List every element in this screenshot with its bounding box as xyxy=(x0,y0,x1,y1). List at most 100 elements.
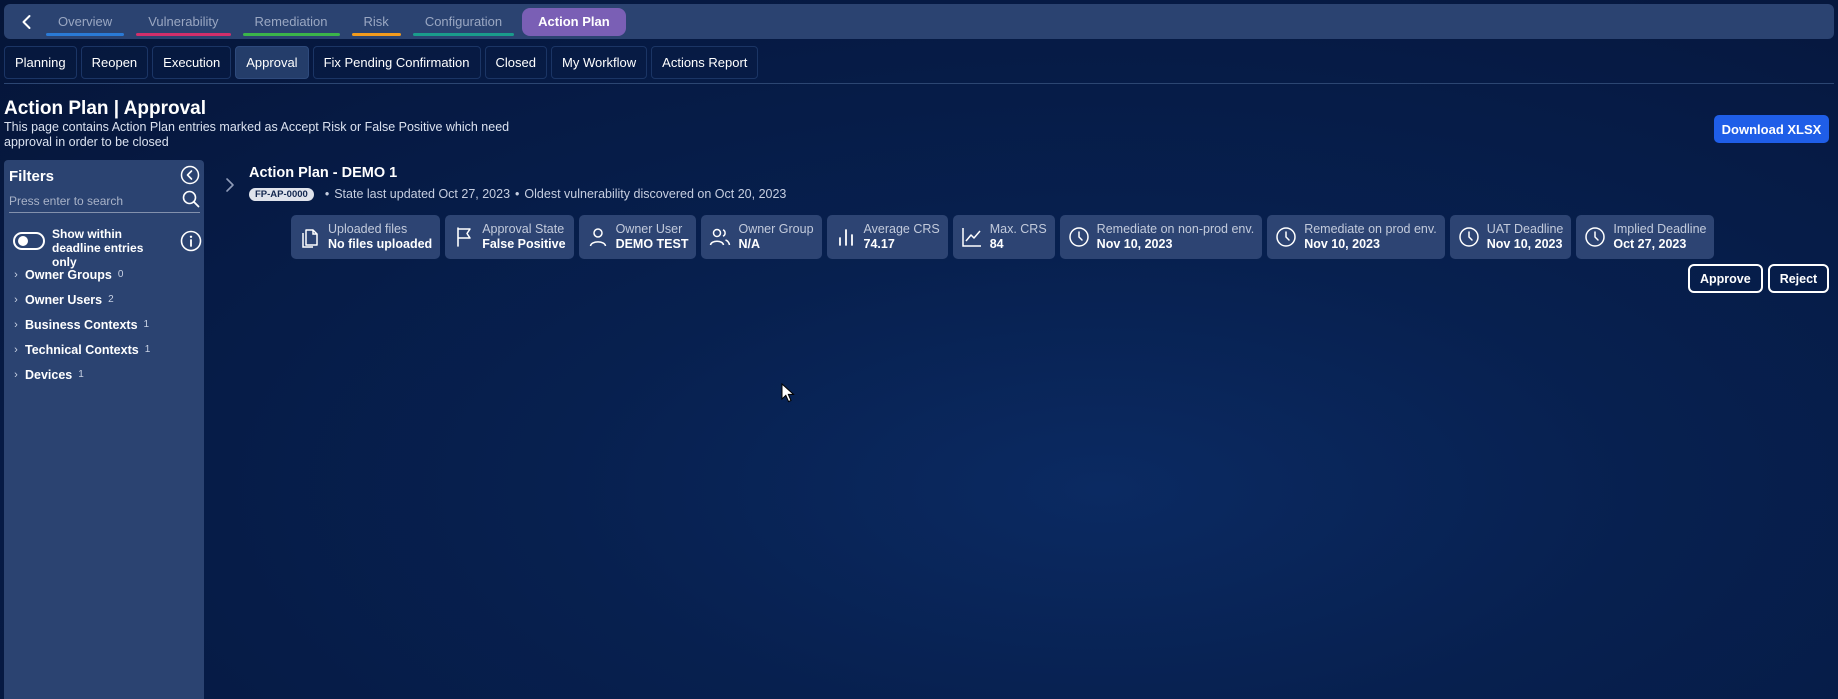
approval-actions: Approve Reject xyxy=(1688,264,1830,293)
tab-underline xyxy=(46,32,125,36)
facet-name: Owner Groups xyxy=(25,267,112,282)
flag-icon xyxy=(457,227,471,247)
facet-owner-users[interactable]: › Owner Users 2 xyxy=(9,287,200,312)
tab-vulnerability[interactable]: Vulnerability xyxy=(132,8,234,36)
facet-owner-groups[interactable]: › Owner Groups 0 xyxy=(9,262,200,287)
facet-count: 2 xyxy=(108,294,114,305)
back-button[interactable] xyxy=(12,7,42,37)
card-uat-deadline: UAT Deadline Nov 10, 2023 xyxy=(1449,215,1572,259)
separator-dot: • xyxy=(515,187,520,201)
card-value: No files uploaded xyxy=(328,237,433,251)
chevron-left-circle-icon xyxy=(180,165,200,185)
state-last-updated: State last updated Oct 27, 2023 xyxy=(334,187,511,201)
tab-underline xyxy=(351,32,401,36)
sub-navigation: Planning Reopen Execution Approval Fix P… xyxy=(4,44,759,81)
chevron-right-icon: › xyxy=(14,293,18,306)
approve-button[interactable]: Approve xyxy=(1688,264,1763,293)
card-label: Approval State xyxy=(482,222,565,236)
facet-business-contexts[interactable]: › Business Contexts 1 xyxy=(9,312,200,337)
tab-label: Action Plan xyxy=(538,14,610,29)
clock-icon xyxy=(1068,227,1089,247)
card-label: Max. CRS xyxy=(989,222,1047,236)
action-plan-meta: FP-AP-0000 • State last updated Oct 27, … xyxy=(249,186,786,202)
tab-label: Vulnerability xyxy=(148,14,219,29)
facet-count: 1 xyxy=(144,344,151,355)
subtab-fix-pending-confirmation[interactable]: Fix Pending Confirmation xyxy=(312,46,481,79)
card-max-crs: Max. CRS 84 xyxy=(952,215,1055,259)
search-icon[interactable] xyxy=(182,190,200,208)
card-uploaded-files: Uploaded files No files uploaded xyxy=(291,215,441,259)
subtab-actions-report[interactable]: Actions Report xyxy=(651,46,759,79)
facet-name: Devices xyxy=(25,367,73,382)
clock-icon xyxy=(1276,227,1296,247)
collapse-filters-button[interactable] xyxy=(180,165,200,185)
tab-underline xyxy=(412,32,515,36)
card-average-crs: Average CRS 74.17 xyxy=(826,215,948,259)
card-value: Nov 10, 2023 xyxy=(1304,237,1380,251)
tab-risk[interactable]: Risk xyxy=(348,8,405,36)
tab-action-plan[interactable]: Action Plan xyxy=(522,7,626,36)
card-label: Average CRS xyxy=(863,222,940,236)
card-label: UAT Deadline xyxy=(1486,222,1564,236)
filter-search-input[interactable] xyxy=(9,191,174,211)
toggle-knob xyxy=(18,236,28,246)
chevron-right-icon: › xyxy=(14,318,18,331)
card-label: Remediate on non-prod env. xyxy=(1096,222,1255,236)
tab-remediation[interactable]: Remediation xyxy=(239,8,344,36)
oldest-vulnerability: Oldest vulnerability discovered on Oct 2… xyxy=(524,187,787,201)
facet-devices[interactable]: › Devices 1 xyxy=(9,362,200,387)
card-value: 84 xyxy=(989,237,1004,251)
tab-underline xyxy=(242,32,340,36)
line-chart-icon xyxy=(961,228,981,247)
action-plan-id-badge: FP-AP-0000 xyxy=(249,187,314,201)
action-plan-title: Action Plan - DEMO 1 xyxy=(249,165,398,181)
facet-count: 1 xyxy=(78,369,84,380)
card-remediate-non-prod: Remediate on non-prod env. Nov 10, 2023 xyxy=(1059,215,1263,259)
filters-panel: Filters Show within deadline entries onl… xyxy=(4,160,204,699)
deadline-toggle-row: Show within deadline entries only xyxy=(9,226,202,269)
files-icon xyxy=(302,229,318,248)
facet-name: Technical Contexts xyxy=(25,342,139,357)
card-label: Implied Deadline xyxy=(1613,222,1707,236)
subtab-execution[interactable]: Execution xyxy=(152,46,232,79)
card-remediate-prod: Remediate on prod env. Nov 10, 2023 xyxy=(1267,215,1445,259)
subtab-approval[interactable]: Approval xyxy=(235,46,309,79)
subtab-my-workflow[interactable]: My Workflow xyxy=(551,46,648,79)
download-xlsx-button[interactable]: Download XLSX xyxy=(1714,115,1829,143)
top-navigation: Overview Vulnerability Remediation Risk … xyxy=(4,4,1834,39)
card-value: Oct 27, 2023 xyxy=(1613,237,1687,251)
card-label: Uploaded files xyxy=(328,222,408,236)
facet-technical-contexts[interactable]: › Technical Contexts 1 xyxy=(9,337,200,362)
subtab-reopen[interactable]: Reopen xyxy=(80,46,149,79)
info-icon[interactable] xyxy=(180,230,202,252)
mouse-cursor-icon xyxy=(781,383,795,403)
tab-label: Configuration xyxy=(424,14,503,29)
card-value: Nov 10, 2023 xyxy=(1486,237,1563,251)
clock-icon xyxy=(1585,227,1606,247)
separator-dot: • xyxy=(324,187,330,201)
chevron-left-icon xyxy=(22,14,31,29)
card-value: False Positive xyxy=(482,237,566,251)
tab-configuration[interactable]: Configuration xyxy=(409,8,518,36)
expand-chevron-icon[interactable] xyxy=(222,176,238,194)
tab-label: Risk xyxy=(363,14,389,29)
card-owner-group: Owner Group N/A xyxy=(701,215,822,259)
tab-overview[interactable]: Overview xyxy=(42,8,128,36)
bar-chart-icon xyxy=(838,229,853,246)
facet-name: Business Contexts xyxy=(25,317,138,332)
reject-button[interactable]: Reject xyxy=(1767,264,1830,293)
page-title: Action Plan | Approval xyxy=(4,98,207,119)
filter-facets: › Owner Groups 0 › Owner Users 2 › Business C… xyxy=(9,262,200,387)
subtab-closed[interactable]: Closed xyxy=(484,46,547,79)
divider xyxy=(4,83,1834,84)
chevron-right-icon: › xyxy=(14,268,18,281)
user-icon xyxy=(589,228,606,247)
card-value: N/A xyxy=(738,237,761,251)
subtab-planning[interactable]: Planning xyxy=(4,46,77,79)
clock-icon xyxy=(1458,227,1479,247)
card-value: 74.17 xyxy=(863,237,895,251)
filter-search xyxy=(9,190,200,213)
card-owner-user: Owner User DEMO TEST xyxy=(578,215,697,259)
card-label: Owner User xyxy=(615,222,683,236)
deadline-toggle[interactable] xyxy=(13,232,45,250)
